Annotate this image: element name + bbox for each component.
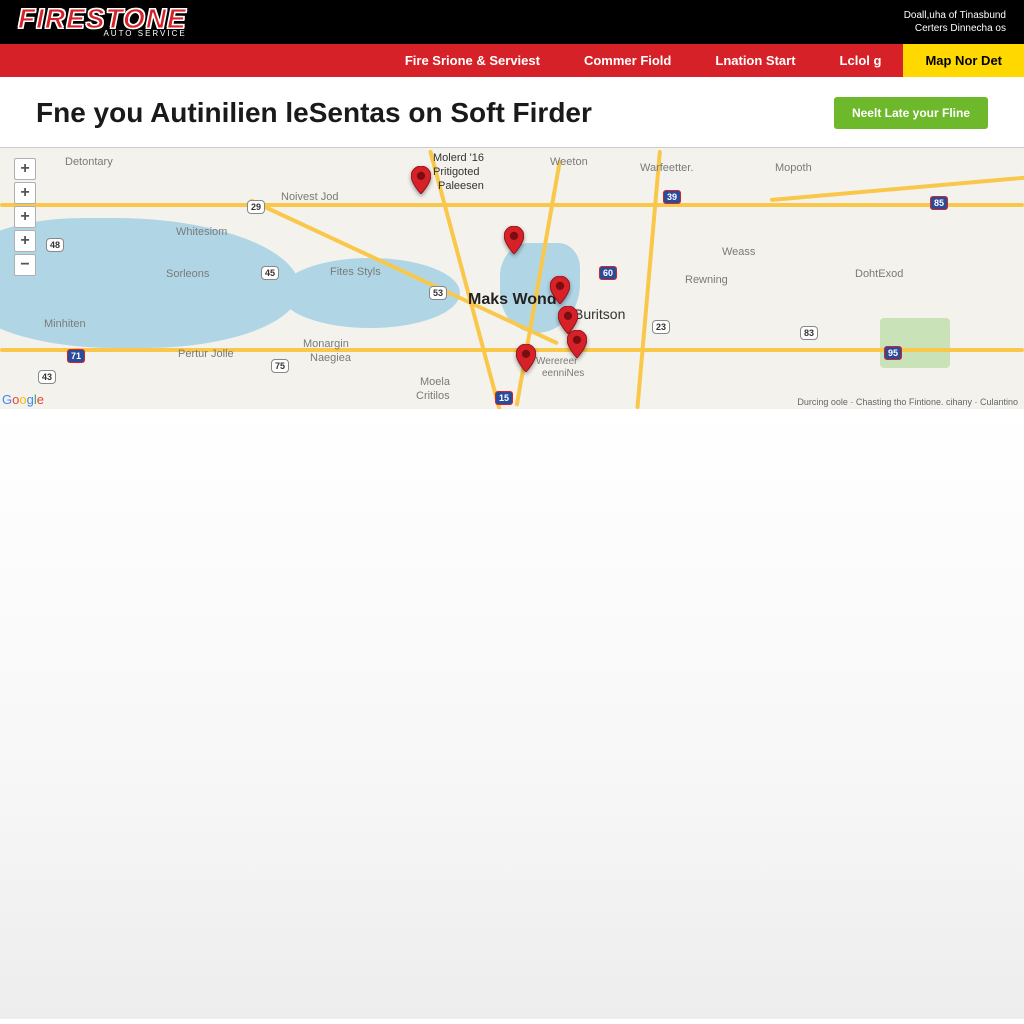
place-label: Critilos (416, 390, 450, 402)
place-label: Pertur Jolle (178, 348, 234, 360)
nav-tires-service[interactable]: Fire Srione & Serviest (383, 44, 562, 77)
interstate-shield: 85 (930, 196, 948, 210)
top-right-links[interactable]: Doall,uha of Tinasbund Certers Dinnecha … (904, 9, 1006, 35)
page-title: Fne you Autinilien leSentas on Soft Fird… (36, 97, 592, 129)
interstate-shield: 60 (599, 266, 617, 280)
top-bar: FIRESTONE AUTO SERVICE Doall,uha of Tina… (0, 0, 1024, 44)
top-right-line2: Certers Dinnecha os (904, 22, 1006, 35)
nav-location[interactable]: Lnation Start (693, 44, 817, 77)
place-label: Moela (420, 376, 450, 388)
place-label: Pritigoted (433, 166, 479, 178)
content-area (0, 409, 1024, 1019)
location-pin-icon[interactable] (516, 344, 536, 372)
locate-button[interactable]: Neelt Late your Fline (834, 97, 988, 129)
logo-main-text: FIRESTONE (18, 6, 187, 31)
route-shield: 23 (652, 320, 670, 334)
place-label: Molerd '16 (433, 152, 484, 164)
zoom-in-button[interactable]: + (14, 206, 36, 228)
place-label: Mopoth (775, 162, 812, 174)
place-label: Rewning (685, 274, 728, 286)
highway (0, 203, 1024, 207)
nav-local[interactable]: Lclol g (818, 44, 904, 77)
highway (770, 175, 1024, 202)
place-label: Weeton (550, 156, 588, 168)
route-shield: 48 (46, 238, 64, 252)
park-area (880, 318, 950, 368)
place-label: Minhiten (44, 318, 86, 330)
map-attribution: Durcing oole · Chasting tho Fintione. ci… (797, 397, 1018, 407)
route-shield: 43 (38, 370, 56, 384)
place-label: Detontary (65, 156, 113, 168)
nav-commercial[interactable]: Commer Fiold (562, 44, 693, 77)
interstate-shield: 15 (495, 391, 513, 405)
place-label: Sorleons (166, 268, 209, 280)
zoom-out-button[interactable]: − (14, 254, 36, 276)
map-background: 29 39 48 45 53 60 71 75 83 85 95 15 43 2… (0, 148, 1024, 409)
page-header: Fne you Autinilien leSentas on Soft Fird… (0, 77, 1024, 147)
route-shield: 75 (271, 359, 289, 373)
place-label: Weass (722, 246, 755, 258)
place-label: Whitesiom (176, 226, 227, 238)
route-shield: 45 (261, 266, 279, 280)
brand-logo[interactable]: FIRESTONE AUTO SERVICE (18, 6, 187, 38)
map[interactable]: 29 39 48 45 53 60 71 75 83 85 95 15 43 2… (0, 147, 1024, 409)
map-zoom-controls: + + + + − (14, 158, 36, 276)
zoom-in-button[interactable]: + (14, 158, 36, 180)
zoom-in-button[interactable]: + (14, 230, 36, 252)
main-nav: Fire Srione & Serviest Commer Fiold Lnat… (0, 44, 1024, 77)
location-pin-icon[interactable] (567, 330, 587, 358)
interstate-shield: 95 (884, 346, 902, 360)
place-label: DohtExod (855, 268, 903, 280)
highway (0, 348, 1024, 352)
location-pin-icon[interactable] (411, 166, 431, 194)
route-shield: 53 (429, 286, 447, 300)
zoom-in-button[interactable]: + (14, 182, 36, 204)
place-label: Paleesen (438, 180, 484, 192)
place-label: eenniNes (542, 368, 584, 379)
place-label: Fites Styls (330, 266, 381, 278)
nav-map[interactable]: Map Nor Det (903, 44, 1024, 77)
location-pin-icon[interactable] (504, 226, 524, 254)
place-label: Monargin (303, 338, 349, 350)
google-logo: Google (2, 392, 44, 407)
location-pin-icon[interactable] (550, 276, 570, 304)
top-right-line1: Doall,uha of Tinasbund (904, 9, 1006, 22)
interstate-shield: 39 (663, 190, 681, 204)
route-shield: 83 (800, 326, 818, 340)
place-label: Warfeetter. (640, 162, 693, 174)
place-label: Noivest Jod (281, 191, 338, 203)
highway (635, 150, 662, 409)
route-shield: 29 (247, 200, 265, 214)
place-label: Naegiea (310, 352, 351, 364)
interstate-shield: 71 (67, 349, 85, 363)
city-label: Buritson (574, 306, 625, 322)
city-label: Maks Wond (468, 291, 557, 309)
